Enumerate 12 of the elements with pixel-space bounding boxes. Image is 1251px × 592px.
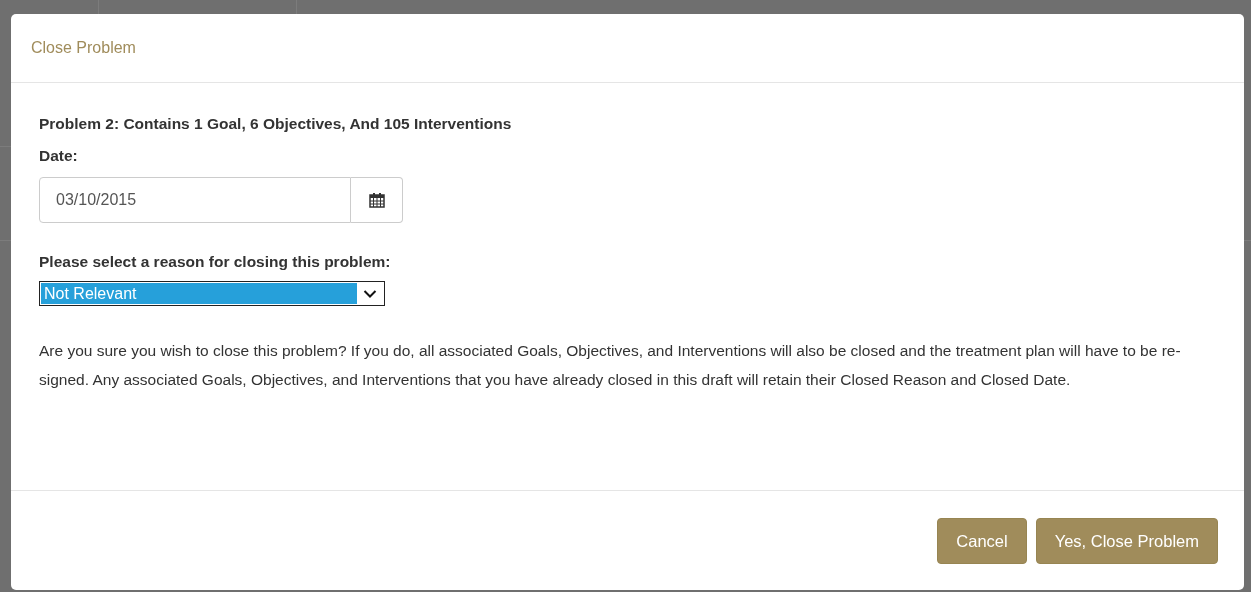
cancel-button[interactable]: Cancel	[937, 518, 1027, 564]
chevron-down-icon	[363, 288, 377, 299]
confirmation-message: Are you sure you wish to close this problem? If you do, all associated Goals, Objectives, and Interventions will also be closed and the treatment plan will have to be re-signed. Any associated Goals, Objectives, and Interventions that you have already closed in this draft will retain their Closed Reason and Closed Date.	[39, 341, 1182, 390]
date-field[interactable]: 03/10/2015	[39, 177, 351, 223]
problem-heading: Problem 2: Contains 1 Goal, 6 Objectives, And 105 Interventions	[39, 115, 513, 133]
reason-select[interactable]: Not Relevant	[39, 281, 385, 306]
calendar-icon	[368, 192, 385, 208]
reason-label: Please select a reason for closing this problem:	[39, 253, 392, 271]
dialog-title: Close Problem	[31, 39, 136, 57]
confirm-button[interactable]: Yes, Close Problem	[1035, 518, 1218, 564]
calendar-button[interactable]	[351, 177, 403, 223]
date-label: Date:	[39, 147, 79, 165]
